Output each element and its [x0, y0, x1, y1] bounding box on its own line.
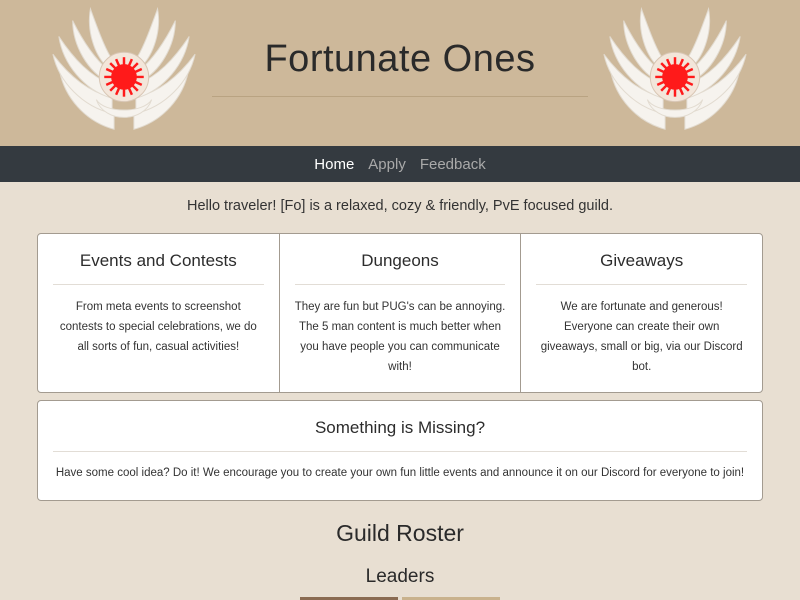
card-title: Dungeons [294, 251, 506, 285]
title-divider [212, 96, 588, 97]
intro-text: Hello traveler! [Fo] is a relaxed, cozy … [186, 198, 614, 214]
card-giveaways: Giveaways We are fortunate and generous!… [521, 234, 762, 392]
card-text: We are fortunate and generous! Everyone … [540, 301, 743, 373]
card-dungeons: Dungeons They are fun but PUG's can be a… [280, 234, 522, 392]
card-title: Something is Missing? [53, 418, 747, 452]
nav-feedback-link[interactable]: Feedback [420, 156, 486, 173]
card-title: Events and Contests [53, 251, 264, 285]
guild-roster-heading: Guild Roster [336, 520, 464, 546]
card-something-missing: Something is Missing? Have some cool ide… [37, 400, 763, 501]
feature-cards: Events and Contests From meta events to … [37, 233, 763, 393]
card-text: They are fun but PUG's can be annoying. … [294, 301, 506, 373]
card-text: Have some cool idea? Do it! We encourage… [55, 467, 745, 479]
card-events: Events and Contests From meta events to … [38, 234, 280, 392]
card-title: Giveaways [536, 251, 748, 285]
winged-sun-emblem-icon [603, 6, 747, 130]
nav-home-link[interactable]: Home [314, 156, 354, 173]
main-navbar: Home Apply Feedback [0, 146, 800, 182]
leaders-heading: Leaders [365, 566, 435, 587]
nav-apply-link[interactable]: Apply [368, 156, 406, 173]
site-header: Fortunate Ones [0, 0, 800, 146]
card-text: From meta events to screenshot contests … [59, 301, 257, 353]
